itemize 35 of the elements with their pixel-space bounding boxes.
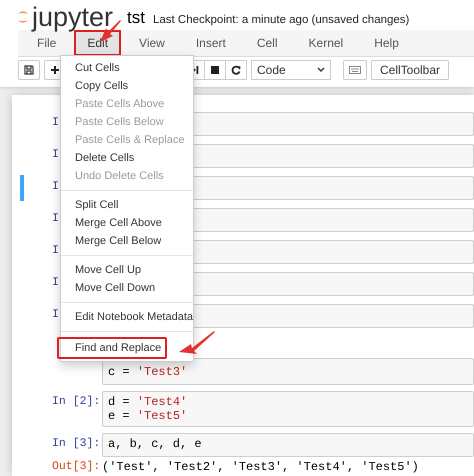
dropdown-menu-item[interactable]: Split Cell bbox=[61, 196, 193, 214]
menu-item[interactable]: Insert bbox=[182, 30, 239, 56]
dropdown-menu-item[interactable]: Merge Cell Above bbox=[61, 214, 193, 232]
menu-item[interactable]: Kernel bbox=[296, 30, 356, 56]
code-cell-input[interactable]: d = 'Test4' e = 'Test5' bbox=[102, 391, 474, 427]
input-prompt: I bbox=[52, 116, 59, 129]
dropdown-menu-item[interactable]: Delete Cells bbox=[61, 149, 193, 167]
input-prompt: I bbox=[52, 276, 59, 289]
input-prompt: I bbox=[52, 180, 59, 193]
notebook-name[interactable]: tst bbox=[127, 8, 145, 30]
output-prompt: Out[3]: bbox=[51, 460, 102, 474]
input-prompt: In [2]: bbox=[52, 395, 100, 408]
menu-item[interactable]: View bbox=[126, 30, 178, 56]
code-cell-input[interactable]: a, b, c, d, e bbox=[102, 433, 474, 457]
output-text: ('Test', 'Test2', 'Test3', 'Test4', 'Test5') bbox=[102, 460, 419, 474]
input-prompt: I bbox=[52, 308, 59, 321]
cell-type-dropdown[interactable]: Code bbox=[251, 60, 331, 80]
dropdown-menu-item[interactable]: Find and Replace bbox=[57, 337, 167, 359]
menu-item[interactable]: Cell bbox=[244, 30, 291, 56]
menu-item[interactable]: Edit bbox=[74, 30, 122, 56]
dropdown-menu-item[interactable]: Move Cell Up bbox=[61, 261, 193, 279]
checkpoint-status: Last Checkpoint: a minute ago (unsaved changes) bbox=[153, 14, 410, 28]
logo-text: jupyter bbox=[32, 4, 114, 30]
celltoolbar-button[interactable]: CellToolbar bbox=[371, 60, 450, 80]
menu-item[interactable]: Help bbox=[361, 30, 412, 56]
dropdown-menu-item[interactable]: Edit Notebook Metadata bbox=[61, 308, 193, 326]
dropdown-menu-item[interactable]: Copy Cells bbox=[61, 77, 193, 95]
dropdown-menu-item[interactable]: Move Cell Down bbox=[61, 279, 193, 297]
input-prompt: I bbox=[52, 148, 59, 161]
input-prompt: In [3]: bbox=[52, 437, 100, 450]
code-cell-input[interactable]: c = 'Test3' bbox=[102, 358, 474, 385]
dropdown-menu-item[interactable]: Merge Cell Below bbox=[61, 232, 193, 250]
dropdown-menu-item[interactable]: Cut Cells bbox=[61, 59, 193, 77]
input-prompt: I bbox=[52, 212, 59, 225]
input-prompt: I bbox=[52, 244, 59, 257]
